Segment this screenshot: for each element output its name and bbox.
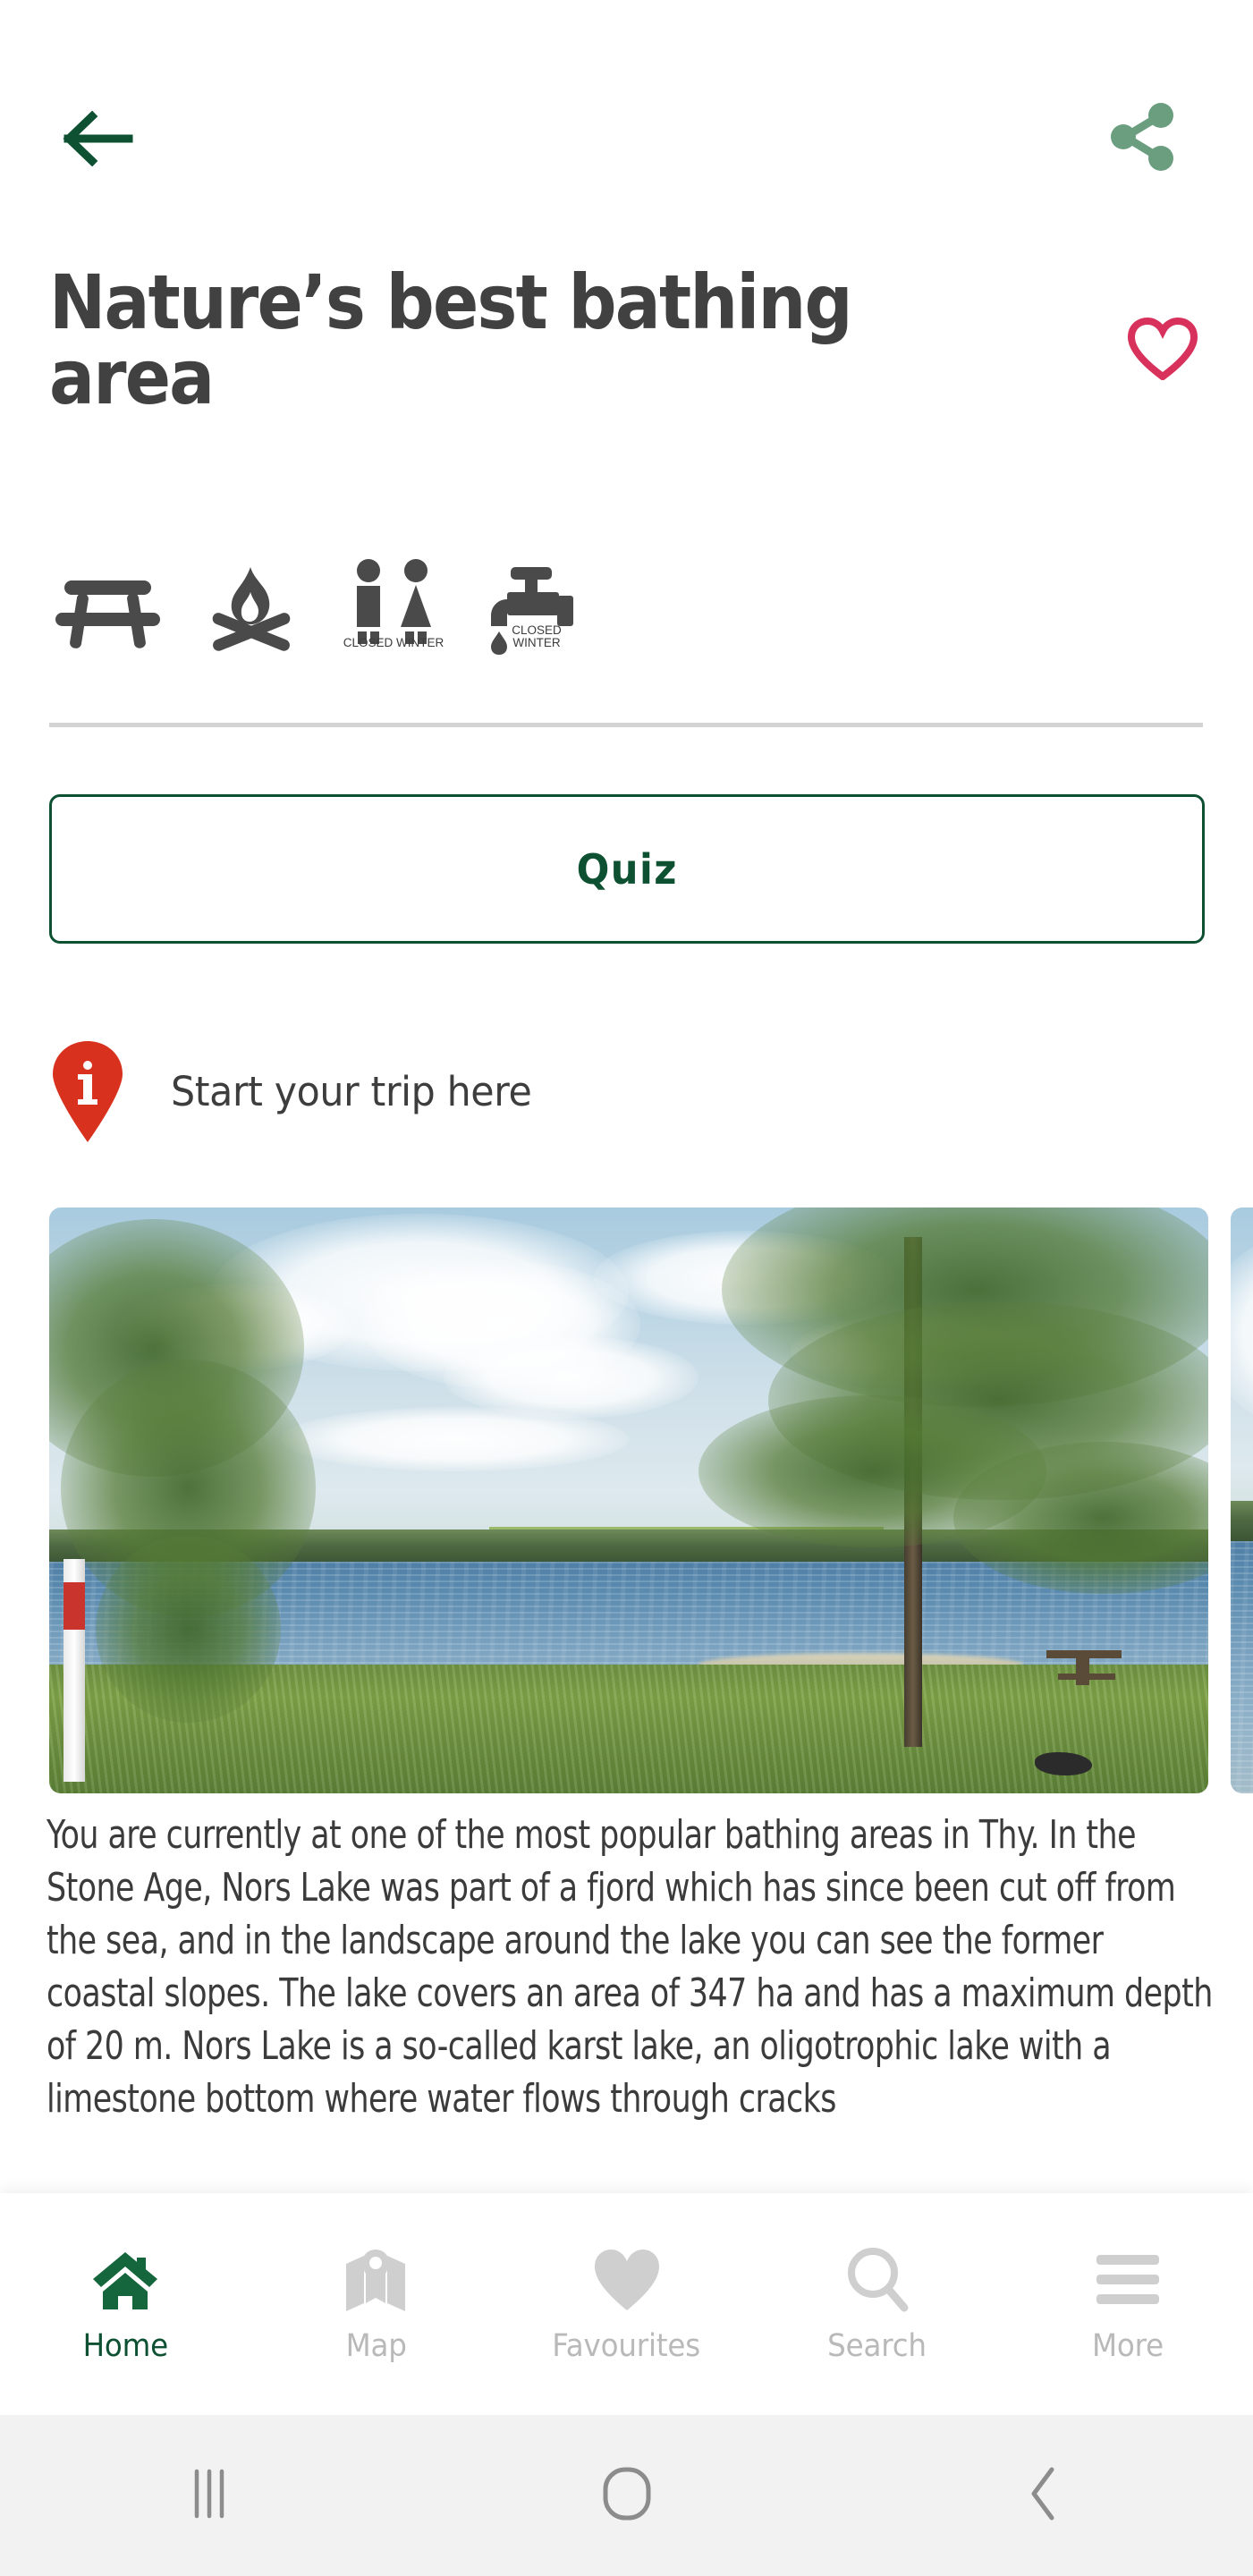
photo-carousel[interactable]: [0, 1208, 1253, 1798]
chevron-left-icon: [1027, 2466, 1063, 2526]
tab-favourites[interactable]: Favourites: [501, 2193, 751, 2415]
tab-label: Map: [345, 2328, 407, 2364]
hamburger-icon: [1095, 2244, 1161, 2316]
recents-button[interactable]: [0, 2415, 418, 2576]
article-text: You are currently at one of the most pop…: [47, 1812, 1213, 2122]
home-pill-icon: [602, 2466, 652, 2526]
section-divider: [49, 723, 1203, 727]
search-icon: [845, 2244, 910, 2316]
start-trip-row[interactable]: Start your trip here: [49, 1033, 854, 1149]
gallery-image-1[interactable]: [49, 1208, 1208, 1793]
share-icon: [1107, 101, 1177, 177]
tab-label: Search: [827, 2328, 927, 2364]
amenity-icon-list: CLOSED WINTER CLOSED WINTER: [45, 547, 671, 655]
quiz-button-label: Quiz: [576, 844, 678, 894]
photo-bench: [1057, 1673, 1116, 1680]
share-button[interactable]: [1093, 89, 1191, 188]
tab-more[interactable]: More: [1003, 2193, 1253, 2415]
picnic-table-icon: [52, 570, 164, 655]
amenity-note: CLOSED WINTER: [343, 635, 444, 649]
photo-foliage: [95, 1535, 282, 1724]
android-system-nav: [0, 2415, 1253, 2576]
app-screen: Nature’s best bathing area CLOSED WINTER…: [0, 0, 1253, 2576]
campfire-icon: [199, 565, 302, 655]
amenity-water-tap: CLOSED WINTER: [474, 552, 599, 655]
photo-cloud: [443, 1336, 698, 1419]
home-button[interactable]: [418, 2415, 835, 2576]
info-pin-icon: [49, 1038, 126, 1144]
amenity-note: CLOSED WINTER: [512, 623, 562, 649]
amenity-picnic-table: [45, 552, 170, 655]
start-trip-label: Start your trip here: [171, 1067, 532, 1115]
photo-cloud: [1231, 1231, 1253, 1430]
home-icon: [92, 2244, 158, 2316]
tab-label: Home: [82, 2328, 168, 2364]
tab-map[interactable]: Map: [250, 2193, 501, 2415]
amenity-campfire: [188, 552, 313, 655]
top-app-bar: [0, 0, 1253, 233]
map-icon: [344, 2244, 407, 2316]
page-title: Nature’s best bathing area: [49, 258, 853, 421]
tab-label: More: [1091, 2328, 1164, 2364]
amenity-toilets: CLOSED WINTER: [331, 552, 456, 655]
tab-search[interactable]: Search: [752, 2193, 1003, 2415]
heart-icon: [592, 2244, 662, 2316]
photo-bench: [1076, 1656, 1089, 1685]
photo-cloud: [281, 1406, 629, 1471]
recents-icon: [189, 2468, 230, 2524]
photo-far-shore: [1231, 1500, 1253, 1542]
favourite-button[interactable]: [1116, 304, 1209, 397]
back-nav-button[interactable]: [835, 2415, 1253, 2576]
tab-home[interactable]: Home: [0, 2193, 250, 2415]
photo-lake-sparkle: [1231, 1541, 1253, 1793]
gallery-image-2[interactable]: [1231, 1208, 1253, 1793]
tab-label: Favourites: [552, 2328, 701, 2364]
photo-marker-band: [63, 1582, 86, 1630]
back-button[interactable]: [47, 94, 149, 188]
arrow-left-icon: [63, 110, 134, 171]
heart-outline-icon: [1127, 317, 1198, 385]
bottom-tab-bar: Home Map Favourites Search More: [0, 2193, 1253, 2415]
quiz-button[interactable]: Quiz: [49, 794, 1205, 944]
